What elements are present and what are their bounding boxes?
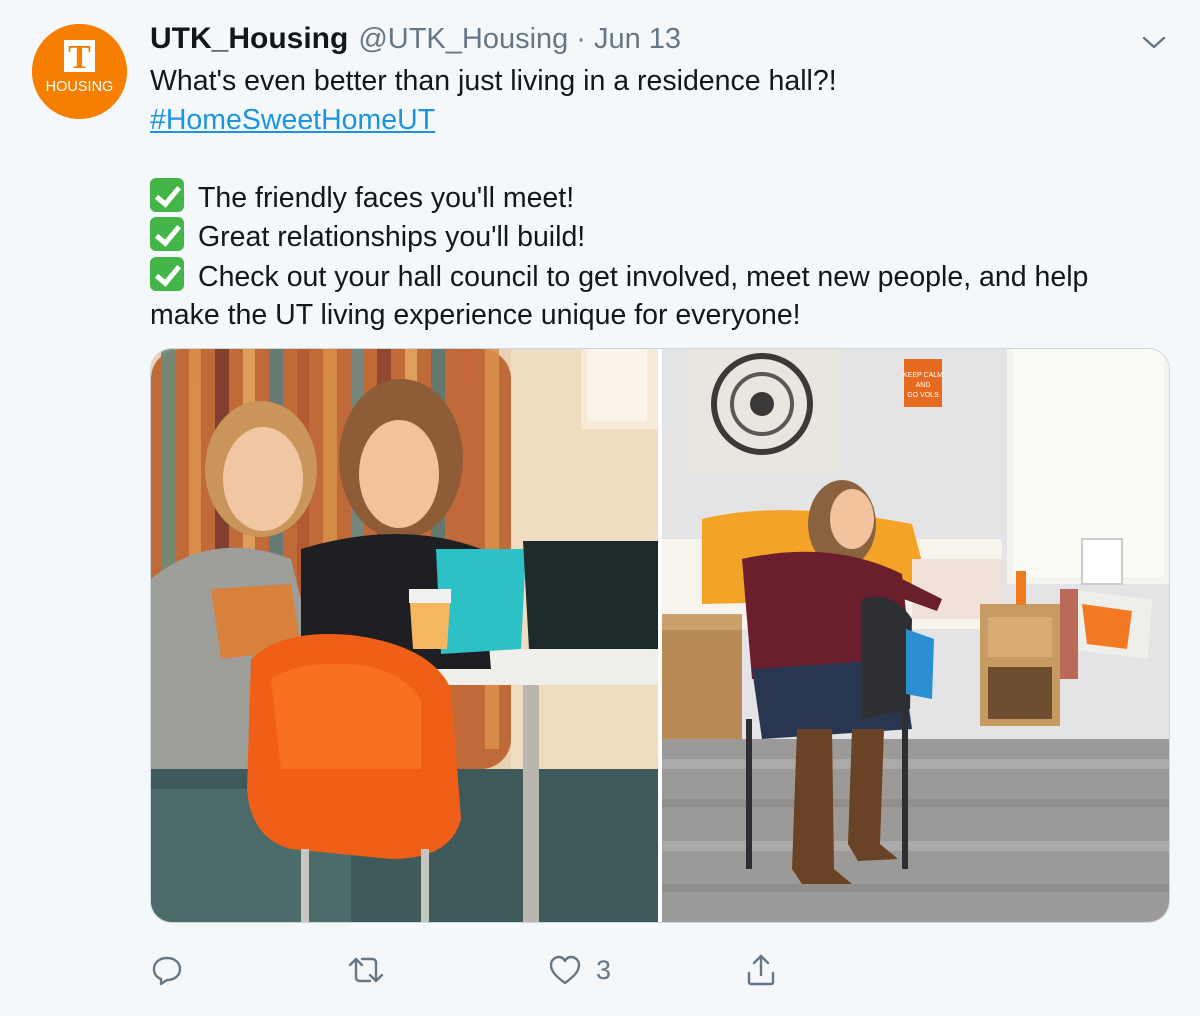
check-mark-icon: [150, 256, 184, 291]
photo-image: KEEP CALM AND GO VOLS: [662, 349, 1169, 922]
tweet-text-line: make the UT living experience unique for…: [150, 299, 801, 331]
retweet-icon: [348, 957, 384, 983]
poster-text: AND: [916, 382, 931, 389]
check-mark-icon: [150, 177, 184, 212]
photo-dorm-room[interactable]: KEEP CALM AND GO VOLS: [662, 349, 1169, 922]
bullet-line: Check out your hall council to get invol…: [150, 256, 1180, 297]
hashtag-link[interactable]: #HomeSweetHomeUT: [150, 104, 435, 136]
reply-icon: [152, 956, 182, 986]
chevron-down-icon[interactable]: [1140, 28, 1168, 56]
bullet-text: Check out your hall council to get invol…: [198, 260, 1089, 293]
tweet-text: What's even better than just living in a…: [150, 62, 1180, 335]
avatar[interactable]: T HOUSING: [32, 24, 127, 119]
tweet-text-line: What's even better than just living in a…: [150, 65, 837, 97]
poster-text: GO VOLS: [907, 392, 939, 399]
photo-students-laptops[interactable]: [151, 349, 658, 922]
tweet-actions: 3: [150, 950, 850, 990]
share-icon: [747, 954, 775, 986]
separator-dot: ·: [576, 23, 586, 55]
avatar-text: HOUSING: [46, 79, 114, 95]
utk-housing-logo: T HOUSING: [32, 24, 127, 119]
media-grid: KEEP CALM AND GO VOLS: [150, 348, 1170, 923]
like-button[interactable]: 3: [548, 950, 611, 990]
photo-image: [151, 349, 658, 922]
heart-icon: [549, 955, 581, 985]
share-button[interactable]: [744, 950, 778, 990]
bullet-line: The friendly faces you'll meet!: [150, 177, 1180, 218]
bullet-text: Great relationships you'll build!: [198, 221, 586, 253]
user-handle[interactable]: @UTK_Housing: [358, 23, 568, 56]
reply-button[interactable]: [150, 950, 184, 990]
bullet-text: The friendly faces you'll meet!: [198, 181, 575, 214]
like-count: 3: [596, 954, 612, 985]
tweet-header: UTK_Housing @UTK_Housing · Jun 13: [150, 22, 681, 58]
tweet[interactable]: T HOUSING UTK_Housing @UTK_Housing · Jun…: [0, 0, 1200, 1016]
check-mark-icon: [150, 217, 184, 251]
tweet-date[interactable]: Jun 13: [594, 23, 681, 56]
display-name[interactable]: UTK_Housing: [150, 22, 348, 56]
avatar-letter: T: [68, 39, 91, 76]
retweet-button[interactable]: [346, 950, 386, 990]
poster-text: KEEP CALM: [903, 372, 943, 379]
bullet-line: Great relationships you'll build!: [150, 217, 1180, 257]
